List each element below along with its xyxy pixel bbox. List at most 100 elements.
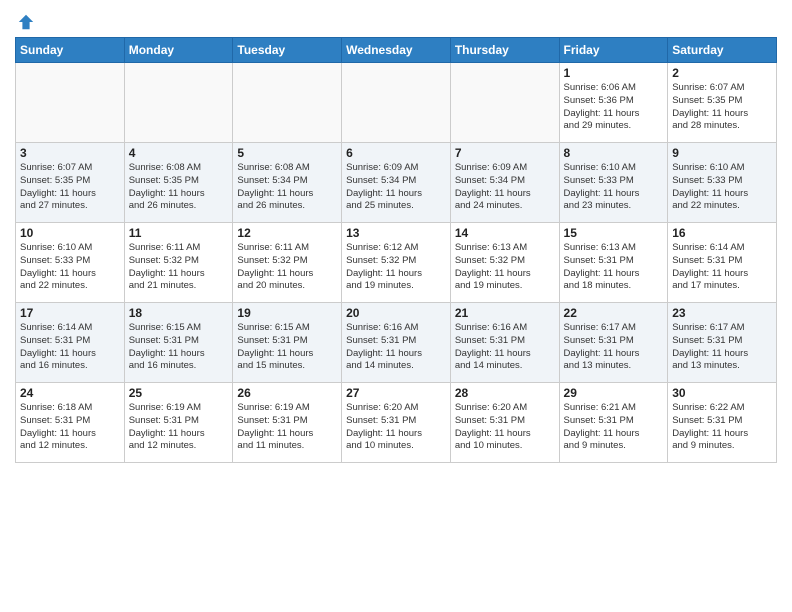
calendar-day-cell: 27 Sunrise: 6:20 AM Sunset: 5:31 PM Dayli…: [342, 383, 451, 463]
calendar-day-cell: 8 Sunrise: 6:10 AM Sunset: 5:33 PM Daylig…: [559, 143, 668, 223]
day-number: 18: [129, 306, 229, 320]
day-info: Sunrise: 6:16 AM Sunset: 5:31 PM Dayligh…: [455, 322, 555, 373]
calendar-day-cell: 30 Sunrise: 6:22 AM Sunset: 5:31 PM Dayli…: [668, 383, 777, 463]
day-number: 16: [672, 226, 772, 240]
column-header-friday: Friday: [559, 38, 668, 63]
day-number: 29: [564, 386, 664, 400]
calendar-day-cell: 6 Sunrise: 6:09 AM Sunset: 5:34 PM Daylig…: [342, 143, 451, 223]
calendar-week-row: 10Sunrise: 6:10 AM Sunset: 5:33 PM Dayli…: [16, 223, 777, 303]
calendar-day-cell: [233, 63, 342, 143]
day-info: Sunrise: 6:10 AM Sunset: 5:33 PM Dayligh…: [564, 162, 664, 213]
calendar-day-cell: [16, 63, 125, 143]
day-number: 28: [455, 386, 555, 400]
day-info: Sunrise: 6:20 AM Sunset: 5:31 PM Dayligh…: [346, 402, 446, 453]
day-number: 5: [237, 146, 337, 160]
page-header: [15, 10, 777, 31]
calendar-table: SundayMondayTuesdayWednesdayThursdayFrid…: [15, 37, 777, 463]
day-info: Sunrise: 6:09 AM Sunset: 5:34 PM Dayligh…: [455, 162, 555, 213]
calendar-day-cell: [342, 63, 451, 143]
calendar-day-cell: 3Sunrise: 6:07 AM Sunset: 5:35 PM Daylig…: [16, 143, 125, 223]
calendar-header-row: SundayMondayTuesdayWednesdayThursdayFrid…: [16, 38, 777, 63]
day-number: 7: [455, 146, 555, 160]
day-info: Sunrise: 6:20 AM Sunset: 5:31 PM Dayligh…: [455, 402, 555, 453]
column-header-monday: Monday: [124, 38, 233, 63]
calendar-day-cell: 18 Sunrise: 6:15 AM Sunset: 5:31 PM Dayli…: [124, 303, 233, 383]
day-info: Sunrise: 6:18 AM Sunset: 5:31 PM Dayligh…: [20, 402, 120, 453]
calendar-day-cell: 1 Sunrise: 6:06 AM Sunset: 5:36 PM Daylig…: [559, 63, 668, 143]
column-header-saturday: Saturday: [668, 38, 777, 63]
calendar-day-cell: 23 Sunrise: 6:17 AM Sunset: 5:31 PM Dayli…: [668, 303, 777, 383]
day-info: Sunrise: 6:07 AM Sunset: 5:35 PM Dayligh…: [672, 82, 772, 133]
day-info: Sunrise: 6:08 AM Sunset: 5:34 PM Dayligh…: [237, 162, 337, 213]
day-info: Sunrise: 6:13 AM Sunset: 5:31 PM Dayligh…: [564, 242, 664, 293]
day-info: Sunrise: 6:15 AM Sunset: 5:31 PM Dayligh…: [129, 322, 229, 373]
calendar-day-cell: 5 Sunrise: 6:08 AM Sunset: 5:34 PM Daylig…: [233, 143, 342, 223]
logo-icon: [17, 13, 35, 31]
calendar-day-cell: 28 Sunrise: 6:20 AM Sunset: 5:31 PM Dayli…: [450, 383, 559, 463]
day-info: Sunrise: 6:17 AM Sunset: 5:31 PM Dayligh…: [564, 322, 664, 373]
day-info: Sunrise: 6:12 AM Sunset: 5:32 PM Dayligh…: [346, 242, 446, 293]
calendar-day-cell: 4Sunrise: 6:08 AM Sunset: 5:35 PM Daylig…: [124, 143, 233, 223]
day-info: Sunrise: 6:13 AM Sunset: 5:32 PM Dayligh…: [455, 242, 555, 293]
calendar-day-cell: 25 Sunrise: 6:19 AM Sunset: 5:31 PM Dayli…: [124, 383, 233, 463]
day-info: Sunrise: 6:10 AM Sunset: 5:33 PM Dayligh…: [672, 162, 772, 213]
day-number: 15: [564, 226, 664, 240]
day-info: Sunrise: 6:11 AM Sunset: 5:32 PM Dayligh…: [237, 242, 337, 293]
calendar-day-cell: [450, 63, 559, 143]
calendar-day-cell: 12 Sunrise: 6:11 AM Sunset: 5:32 PM Dayli…: [233, 223, 342, 303]
calendar-day-cell: 14Sunrise: 6:13 AM Sunset: 5:32 PM Dayli…: [450, 223, 559, 303]
day-number: 25: [129, 386, 229, 400]
day-number: 24: [20, 386, 120, 400]
calendar-day-cell: 2 Sunrise: 6:07 AM Sunset: 5:35 PM Daylig…: [668, 63, 777, 143]
day-number: 17: [20, 306, 120, 320]
calendar-day-cell: 15 Sunrise: 6:13 AM Sunset: 5:31 PM Dayli…: [559, 223, 668, 303]
day-number: 27: [346, 386, 446, 400]
day-info: Sunrise: 6:22 AM Sunset: 5:31 PM Dayligh…: [672, 402, 772, 453]
calendar-day-cell: 19 Sunrise: 6:15 AM Sunset: 5:31 PM Dayli…: [233, 303, 342, 383]
day-info: Sunrise: 6:19 AM Sunset: 5:31 PM Dayligh…: [129, 402, 229, 453]
day-number: 1: [564, 66, 664, 80]
calendar-day-cell: 24 Sunrise: 6:18 AM Sunset: 5:31 PM Dayli…: [16, 383, 125, 463]
day-number: 22: [564, 306, 664, 320]
column-header-tuesday: Tuesday: [233, 38, 342, 63]
day-info: Sunrise: 6:10 AM Sunset: 5:33 PM Dayligh…: [20, 242, 120, 293]
column-header-sunday: Sunday: [16, 38, 125, 63]
day-info: Sunrise: 6:19 AM Sunset: 5:31 PM Dayligh…: [237, 402, 337, 453]
calendar-day-cell: 7 Sunrise: 6:09 AM Sunset: 5:34 PM Daylig…: [450, 143, 559, 223]
calendar-day-cell: 13Sunrise: 6:12 AM Sunset: 5:32 PM Dayli…: [342, 223, 451, 303]
calendar-day-cell: 29 Sunrise: 6:21 AM Sunset: 5:31 PM Dayli…: [559, 383, 668, 463]
day-info: Sunrise: 6:07 AM Sunset: 5:35 PM Dayligh…: [20, 162, 120, 213]
column-header-wednesday: Wednesday: [342, 38, 451, 63]
day-info: Sunrise: 6:09 AM Sunset: 5:34 PM Dayligh…: [346, 162, 446, 213]
day-info: Sunrise: 6:11 AM Sunset: 5:32 PM Dayligh…: [129, 242, 229, 293]
day-number: 2: [672, 66, 772, 80]
calendar-week-row: 3Sunrise: 6:07 AM Sunset: 5:35 PM Daylig…: [16, 143, 777, 223]
calendar-week-row: 1 Sunrise: 6:06 AM Sunset: 5:36 PM Daylig…: [16, 63, 777, 143]
calendar-week-row: 24 Sunrise: 6:18 AM Sunset: 5:31 PM Dayli…: [16, 383, 777, 463]
calendar-day-cell: 16Sunrise: 6:14 AM Sunset: 5:31 PM Dayli…: [668, 223, 777, 303]
calendar-day-cell: 9 Sunrise: 6:10 AM Sunset: 5:33 PM Daylig…: [668, 143, 777, 223]
day-number: 11: [129, 226, 229, 240]
day-info: Sunrise: 6:06 AM Sunset: 5:36 PM Dayligh…: [564, 82, 664, 133]
day-info: Sunrise: 6:14 AM Sunset: 5:31 PM Dayligh…: [20, 322, 120, 373]
day-info: Sunrise: 6:21 AM Sunset: 5:31 PM Dayligh…: [564, 402, 664, 453]
day-number: 6: [346, 146, 446, 160]
day-info: Sunrise: 6:16 AM Sunset: 5:31 PM Dayligh…: [346, 322, 446, 373]
day-number: 30: [672, 386, 772, 400]
day-number: 21: [455, 306, 555, 320]
day-number: 19: [237, 306, 337, 320]
column-header-thursday: Thursday: [450, 38, 559, 63]
day-number: 9: [672, 146, 772, 160]
day-number: 8: [564, 146, 664, 160]
day-number: 12: [237, 226, 337, 240]
calendar-day-cell: 20Sunrise: 6:16 AM Sunset: 5:31 PM Dayli…: [342, 303, 451, 383]
calendar-week-row: 17 Sunrise: 6:14 AM Sunset: 5:31 PM Dayli…: [16, 303, 777, 383]
logo: [15, 15, 35, 31]
calendar-day-cell: 21 Sunrise: 6:16 AM Sunset: 5:31 PM Dayli…: [450, 303, 559, 383]
calendar-day-cell: [124, 63, 233, 143]
day-info: Sunrise: 6:17 AM Sunset: 5:31 PM Dayligh…: [672, 322, 772, 373]
calendar-day-cell: 11 Sunrise: 6:11 AM Sunset: 5:32 PM Dayli…: [124, 223, 233, 303]
day-info: Sunrise: 6:15 AM Sunset: 5:31 PM Dayligh…: [237, 322, 337, 373]
calendar-day-cell: 22 Sunrise: 6:17 AM Sunset: 5:31 PM Dayli…: [559, 303, 668, 383]
day-number: 23: [672, 306, 772, 320]
